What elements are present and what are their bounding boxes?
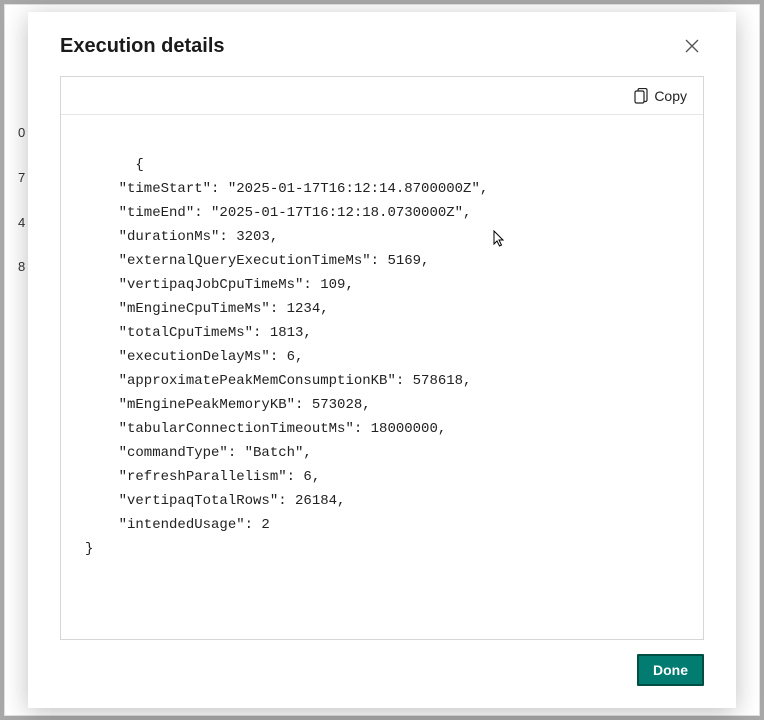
copy-icon [634, 88, 648, 104]
dialog-header: Execution details [60, 34, 704, 58]
copy-label: Copy [654, 88, 687, 104]
execution-details-dialog: Execution details Copy { "timeStart": "2… [28, 12, 736, 708]
cursor-icon [493, 230, 505, 248]
json-content[interactable]: { "timeStart": "2025-01-17T16:12:14.8700… [61, 115, 703, 639]
copy-button[interactable]: Copy [630, 84, 691, 108]
panel-toolbar: Copy [61, 77, 703, 115]
close-button[interactable] [680, 34, 704, 58]
done-button[interactable]: Done [637, 654, 704, 686]
dialog-title: Execution details [60, 35, 225, 58]
close-icon [685, 39, 699, 53]
details-panel: Copy { "timeStart": "2025-01-17T16:12:14… [60, 76, 704, 640]
dialog-footer: Done [60, 654, 704, 686]
